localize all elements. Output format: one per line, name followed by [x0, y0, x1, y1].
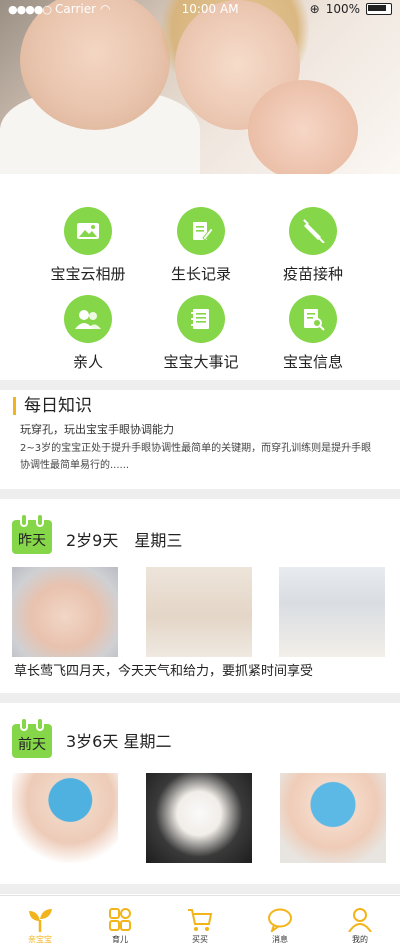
- chat-bubble-icon: [268, 908, 292, 932]
- tab-label: 消息: [272, 935, 288, 944]
- battery-icon: [366, 3, 392, 15]
- feature-family[interactable]: 亲人: [33, 295, 143, 372]
- photo-thumbnail[interactable]: [279, 567, 385, 657]
- carrier-label: Carrier: [55, 2, 97, 16]
- image-icon: [64, 207, 112, 255]
- feature-label: 疫苗接种: [282, 265, 343, 283]
- battery-percent: 100%: [325, 2, 360, 16]
- tab-label: 亲宝宝: [28, 935, 52, 944]
- user-icon: [348, 908, 372, 932]
- syringe-icon: [289, 207, 337, 255]
- photo-thumbnail[interactable]: [12, 773, 118, 863]
- section-divider: [0, 489, 400, 499]
- day-header: 2岁9天 星期三: [66, 531, 183, 550]
- knowledge-body: 2~3岁的宝宝正处于提升手眼协调性最简单的关键期，而穿孔训练则是提升手眼协调性最…: [20, 443, 372, 471]
- people-icon: [64, 295, 112, 343]
- day-badge-label: 昨天: [18, 533, 46, 549]
- photo-thumbnail[interactable]: [280, 773, 386, 863]
- tab-shop[interactable]: 买买: [160, 896, 240, 950]
- feature-growth[interactable]: 生长记录: [146, 207, 256, 284]
- feature-label: 宝宝云相册: [50, 265, 126, 283]
- calendar-badge: 昨天: [12, 515, 52, 554]
- notepad-pen-icon: [177, 207, 225, 255]
- knowledge-title: 每日知识: [13, 397, 92, 415]
- day-header: 3岁6天 星期二: [66, 732, 172, 751]
- rotation-lock-icon: ⊕: [309, 2, 320, 16]
- grid-icon: [109, 908, 131, 931]
- photo-thumbnail[interactable]: [146, 567, 252, 657]
- document-search-icon: [289, 295, 337, 343]
- tab-label: 育儿: [112, 935, 128, 944]
- feature-vaccine[interactable]: 疫苗接种: [258, 207, 368, 284]
- feature-album[interactable]: 宝宝云相册: [33, 207, 143, 284]
- photo-thumbnail[interactable]: [146, 773, 252, 863]
- tab-messages[interactable]: 消息: [240, 896, 320, 950]
- section-divider: [0, 380, 400, 390]
- feature-label: 宝宝大事记: [163, 353, 239, 371]
- status-bar: ●●●●○ Carrier ◠ 10:00 AM ⊕ 100%: [0, 0, 400, 18]
- knowledge-subtitle: 玩穿孔，玩出宝宝手眼协调能力: [20, 423, 174, 436]
- feature-label: 生长记录: [170, 265, 231, 283]
- tab-label: 买买: [192, 935, 208, 944]
- day-badge-label: 前天: [18, 737, 46, 753]
- calendar-badge: 前天: [12, 719, 52, 758]
- hero-image: [0, 0, 400, 174]
- notebook-icon: [177, 295, 225, 343]
- wifi-icon: ◠: [100, 2, 111, 16]
- day-entry-yesterday[interactable]: 昨天 2岁9天 星期三 草长莺飞四月天，今天天气和给力，要抓紧时间享受: [0, 500, 400, 690]
- feature-milestones[interactable]: 宝宝大事记: [146, 295, 256, 372]
- tab-parenting[interactable]: 育儿: [80, 896, 160, 950]
- section-divider: [0, 693, 400, 703]
- cart-icon: [188, 909, 213, 931]
- photo-thumbnail[interactable]: [12, 567, 118, 657]
- day-entry-day-before[interactable]: 前天 3岁6天 星期二: [0, 705, 400, 885]
- daily-knowledge-card[interactable]: 每日知识 玩穿孔，玩出宝宝手眼协调能力 2~3岁的宝宝正处于提升手眼协调性最简单…: [0, 393, 400, 485]
- sprout-icon: [29, 909, 52, 932]
- feature-label: 亲人: [72, 353, 103, 371]
- bottom-tab-bar: 亲宝宝 育儿 买买 消息 我的: [0, 895, 400, 950]
- tab-home[interactable]: 亲宝宝: [0, 896, 80, 950]
- section-divider: [0, 884, 400, 894]
- feature-label: 宝宝信息: [282, 353, 343, 371]
- time-label: 10:00 AM: [181, 2, 239, 16]
- signal-icon: ●●●●○: [8, 2, 52, 16]
- tab-label: 我的: [352, 935, 368, 944]
- feature-baby-info[interactable]: 宝宝信息: [258, 295, 368, 372]
- tab-profile[interactable]: 我的: [320, 896, 400, 950]
- day-caption: 草长莺飞四月天，今天天气和给力，要抓紧时间享受: [14, 664, 314, 679]
